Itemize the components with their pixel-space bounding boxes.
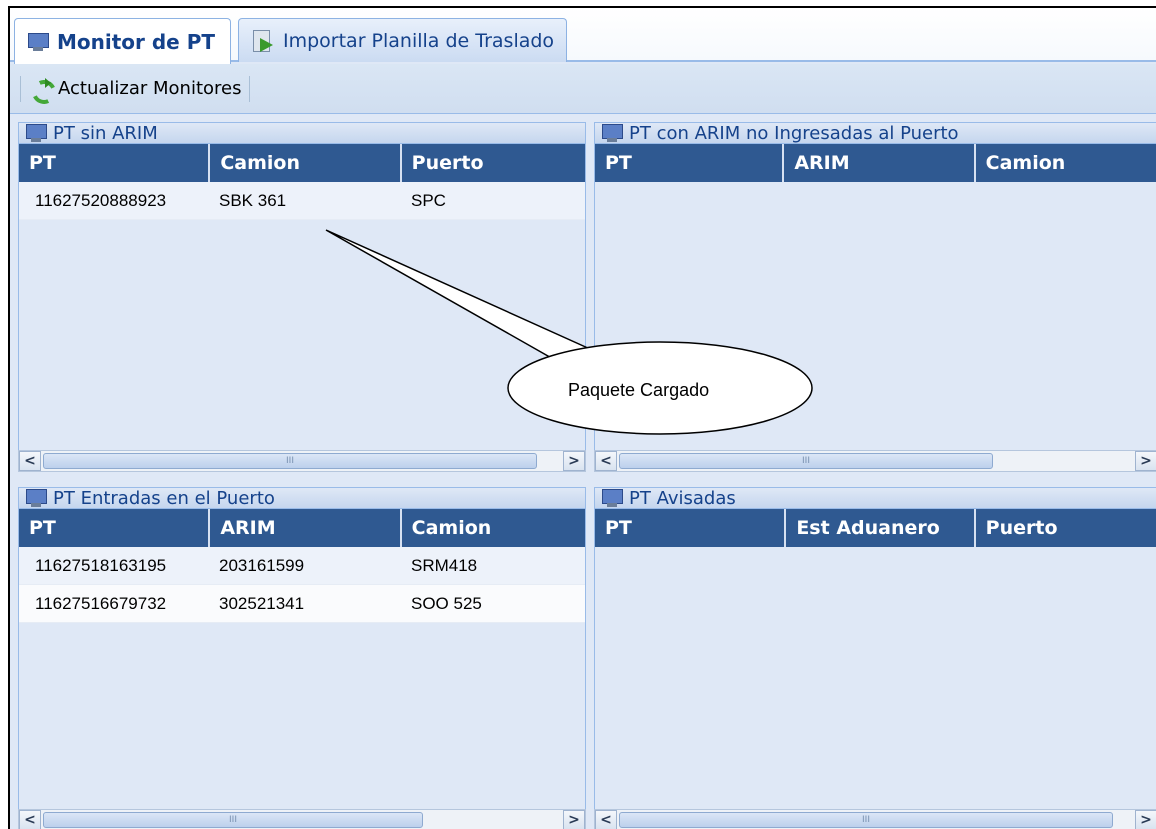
grid: PT Est Aduanero Puerto <box>594 509 1156 809</box>
scroll-right-button[interactable]: > <box>1135 810 1156 829</box>
grid: PT ARIM Camion <box>594 144 1156 450</box>
panel-header: PT sin ARIM <box>18 122 586 144</box>
column-header-camion[interactable]: Camion <box>210 144 402 182</box>
table-row[interactable]: 11627520888923 SBK 361 SPC <box>19 182 585 220</box>
monitor-icon <box>25 123 47 143</box>
tab-monitor-label: Monitor de PT <box>57 29 216 54</box>
column-header-pt[interactable]: PT <box>19 144 211 182</box>
horizontal-scrollbar[interactable]: < III > <box>18 809 586 829</box>
refresh-monitors-button[interactable]: Actualizar Monitores <box>25 75 245 103</box>
column-header-puerto[interactable]: Puerto <box>976 509 1156 547</box>
scroll-thumb[interactable]: III <box>43 812 423 828</box>
panel-pt-avisadas: PT Avisadas PT Est Aduanero Puerto < III… <box>594 487 1156 829</box>
panel-title: PT Avisadas <box>629 487 736 509</box>
toolbar-separator <box>249 75 251 102</box>
toolbar: Actualizar Monitores <box>10 64 1156 114</box>
callout-text: Paquete Cargado <box>568 380 710 400</box>
column-header-camion[interactable]: Camion <box>402 509 585 547</box>
cell-pt: 11627518163195 <box>35 555 167 575</box>
panel-title: PT con ARIM no Ingresadas al Puerto <box>629 122 959 144</box>
grid-header-row: PT ARIM Camion <box>19 509 585 547</box>
cell-camion: SBK 361 <box>219 190 287 210</box>
scroll-left-button[interactable]: < <box>595 810 617 829</box>
scroll-right-button[interactable]: > <box>563 810 585 829</box>
refresh-icon <box>29 77 55 101</box>
cell-camion: SOO 525 <box>411 593 482 613</box>
scroll-thumb[interactable]: III <box>43 453 537 469</box>
column-header-pt[interactable]: PT <box>19 509 211 547</box>
horizontal-scrollbar[interactable]: < III > <box>594 809 1156 829</box>
cell-arim: 302521341 <box>219 593 305 613</box>
tab-strip: Monitor de PT Importar Planilla de Trasl… <box>10 8 1156 64</box>
scroll-thumb[interactable]: III <box>619 812 1113 828</box>
cell-pt: 11627520888923 <box>35 190 167 210</box>
scroll-left-button[interactable]: < <box>19 810 41 829</box>
column-header-arim[interactable]: ARIM <box>784 144 976 182</box>
column-header-pt[interactable]: PT <box>595 144 785 182</box>
monitor-icon <box>601 488 623 508</box>
table-row[interactable]: 11627518163195 203161599 SRM418 <box>19 547 585 585</box>
cell-pt: 11627516679732 <box>35 593 167 613</box>
scroll-thumb[interactable]: III <box>619 453 993 469</box>
grid-header-row: PT ARIM Camion <box>595 144 1156 182</box>
monitor-icon <box>25 488 47 508</box>
panel-header: PT con ARIM no Ingresadas al Puerto <box>594 122 1156 144</box>
scroll-left-button[interactable]: < <box>595 451 617 471</box>
panel-pt-entradas: PT Entradas en el Puerto PT ARIM Camion … <box>18 487 586 829</box>
refresh-label: Actualizar Monitores <box>58 78 242 99</box>
scroll-right-button[interactable]: > <box>563 451 585 471</box>
tab-importar-planilla[interactable]: Importar Planilla de Traslado <box>238 18 567 62</box>
column-header-est-aduanero[interactable]: Est Aduanero <box>786 509 976 547</box>
column-header-camion[interactable]: Camion <box>976 144 1156 182</box>
panel-pt-sin-arim: PT sin ARIM PT Camion Puerto 11627520888… <box>18 122 586 472</box>
column-header-puerto[interactable]: Puerto <box>402 144 585 182</box>
grid-header-row: PT Est Aduanero Puerto <box>595 509 1156 547</box>
monitor-icon <box>27 32 49 52</box>
grid: PT ARIM Camion 11627518163195 203161599 … <box>18 509 586 809</box>
app-frame: Monitor de PT Importar Planilla de Trasl… <box>8 6 1156 829</box>
monitor-icon <box>601 123 623 143</box>
panel-header: PT Avisadas <box>594 487 1156 509</box>
horizontal-scrollbar[interactable]: < III > <box>18 450 586 472</box>
panel-title: PT sin ARIM <box>53 122 158 144</box>
cell-puerto: SPC <box>411 190 446 210</box>
column-header-pt[interactable]: PT <box>595 509 787 547</box>
tab-importar-label: Importar Planilla de Traslado <box>283 29 555 52</box>
cell-camion: SRM418 <box>411 555 478 575</box>
column-header-arim[interactable]: ARIM <box>210 509 402 547</box>
panel-pt-con-arim: PT con ARIM no Ingresadas al Puerto PT A… <box>594 122 1156 472</box>
tab-monitor-pt[interactable]: Monitor de PT <box>14 18 231 64</box>
scroll-left-button[interactable]: < <box>19 451 41 471</box>
grid: PT Camion Puerto 11627520888923 SBK 361 … <box>18 144 586 450</box>
horizontal-scrollbar[interactable]: < III > <box>594 450 1156 472</box>
import-icon <box>251 29 275 53</box>
scroll-right-button[interactable]: > <box>1135 451 1156 471</box>
panel-header: PT Entradas en el Puerto <box>18 487 586 509</box>
grid-header-row: PT Camion Puerto <box>19 144 585 182</box>
table-row[interactable]: 11627516679732 302521341 SOO 525 <box>19 585 585 623</box>
cell-arim: 203161599 <box>219 555 305 575</box>
toolbar-separator <box>20 75 21 102</box>
panel-title: PT Entradas en el Puerto <box>53 487 275 509</box>
